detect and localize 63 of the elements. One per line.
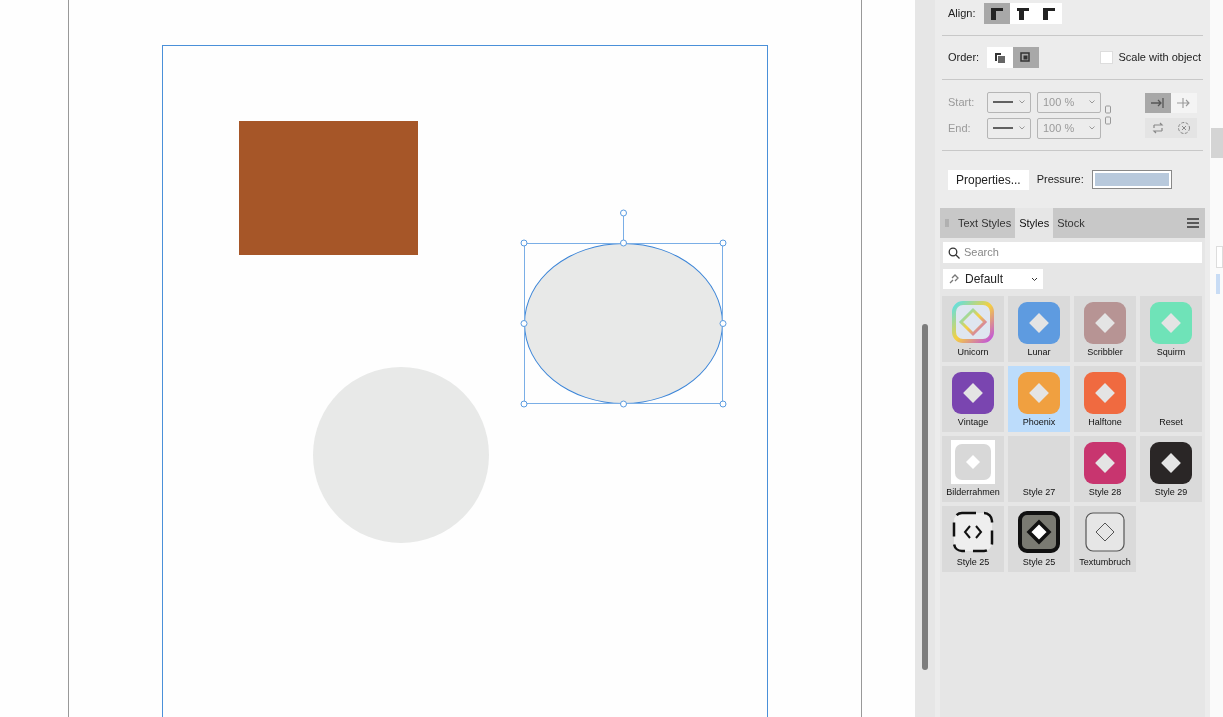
bring-front-icon bbox=[994, 51, 1007, 64]
align-button[interactable] bbox=[983, 3, 1010, 24]
properties-button[interactable]: Properties... bbox=[948, 169, 1029, 190]
align-right-icon bbox=[1040, 5, 1057, 22]
style-swatch-icon bbox=[951, 300, 995, 344]
search-icon bbox=[948, 246, 960, 259]
panel-tab[interactable]: Styles bbox=[1015, 208, 1054, 238]
arrow-to-end-icon bbox=[1151, 97, 1165, 108]
scrollbar-thumb[interactable] bbox=[922, 324, 928, 670]
pressure-label: Pressure: bbox=[1036, 172, 1084, 188]
arrowhead-label: End: bbox=[948, 120, 972, 136]
chevron-icon bbox=[1031, 276, 1038, 282]
style-tile[interactable]: Unicorn bbox=[942, 296, 1004, 362]
order-label: Order: bbox=[948, 50, 980, 66]
chevron-icon bbox=[1019, 100, 1025, 104]
menu-icon[interactable] bbox=[1187, 218, 1199, 228]
style-swatch-icon bbox=[951, 510, 995, 554]
style-tile[interactable]: Style 25 bbox=[1008, 506, 1070, 572]
line-sample-icon bbox=[993, 127, 1013, 129]
style-tile[interactable]: Halftone bbox=[1074, 366, 1136, 432]
style-tile[interactable]: Style 27 bbox=[1008, 436, 1070, 502]
style-tile[interactable]: Style 28 bbox=[1074, 436, 1136, 502]
remove-icon[interactable] bbox=[1171, 117, 1197, 138]
style-tile[interactable]: Reset bbox=[1140, 366, 1202, 432]
align-center-icon bbox=[1014, 5, 1031, 22]
line-sample-icon bbox=[993, 101, 1013, 103]
align-button[interactable] bbox=[1009, 3, 1036, 24]
checkbox-label: Scale with object bbox=[1118, 50, 1201, 66]
send-back-icon bbox=[1020, 51, 1033, 64]
style-tile[interactable]: Style 25 bbox=[942, 506, 1004, 572]
panel-grip[interactable] bbox=[1211, 128, 1223, 158]
panel-tab[interactable]: Text Styles bbox=[954, 208, 1016, 238]
align-left-icon bbox=[988, 5, 1005, 22]
style-tile[interactable]: Style 29 bbox=[1140, 436, 1202, 502]
category-dropdown[interactable]: Default bbox=[943, 269, 1043, 289]
align-label: Align: bbox=[948, 6, 976, 22]
style-swatch-icon bbox=[951, 440, 995, 484]
link-icon[interactable] bbox=[1105, 104, 1111, 126]
order-button[interactable] bbox=[1013, 47, 1040, 68]
arrowhead-label: Start: bbox=[948, 94, 976, 110]
swap-icon[interactable] bbox=[1145, 117, 1171, 138]
search-field[interactable]: Search bbox=[943, 242, 1202, 263]
selection-box[interactable] bbox=[520, 209, 727, 408]
checkbox[interactable] bbox=[1100, 51, 1114, 64]
link-icon bbox=[948, 273, 960, 285]
style-tile[interactable]: Vintage bbox=[942, 366, 1004, 432]
chevron-icon bbox=[1019, 126, 1025, 130]
style-swatch-icon bbox=[1083, 510, 1127, 554]
panel-highlight bbox=[1216, 274, 1220, 294]
order-button[interactable] bbox=[987, 47, 1014, 68]
style-tile[interactable]: Lunar bbox=[1008, 296, 1070, 362]
pressure-field[interactable] bbox=[1091, 170, 1172, 189]
align-button[interactable] bbox=[1035, 3, 1062, 24]
style-swatch-icon bbox=[1017, 510, 1061, 554]
chevron-icon bbox=[1089, 100, 1095, 104]
style-tile[interactable]: Squirm bbox=[1140, 296, 1202, 362]
style-tile[interactable]: Bilderrahmen bbox=[942, 436, 1004, 502]
style-tile[interactable]: Textumbruch bbox=[1074, 506, 1136, 572]
style-tile[interactable]: Scribbler bbox=[1074, 296, 1136, 362]
arrow-through-icon bbox=[1177, 97, 1191, 108]
chevron-icon bbox=[1089, 126, 1095, 130]
panel-tab[interactable]: Stock bbox=[1053, 208, 1089, 238]
style-tile[interactable]: Phoenix bbox=[1008, 366, 1070, 432]
